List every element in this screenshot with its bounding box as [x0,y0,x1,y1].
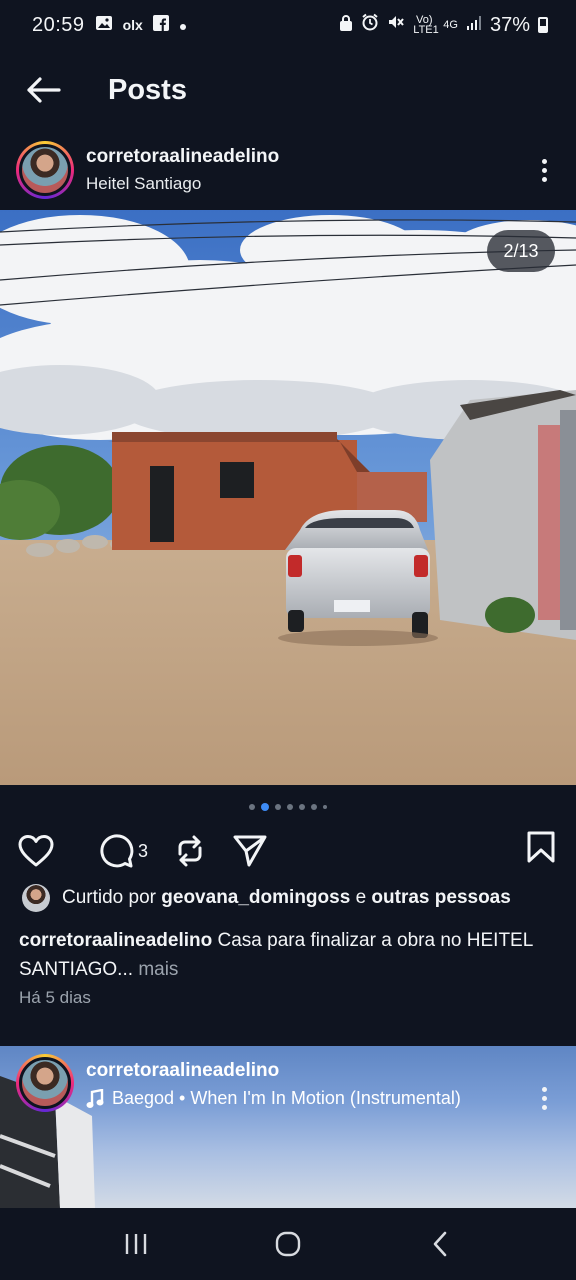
carousel-dot [311,804,317,810]
top-app-bar: Posts [0,62,576,118]
bookmark-icon [527,831,555,863]
share-button[interactable] [232,834,268,868]
more-vertical-icon [541,158,547,164]
next-post-music[interactable]: Baegod • When I'm In Motion (Instrumenta… [86,1088,461,1109]
avatar[interactable] [16,141,74,199]
post-caption: corretoraalineadelino Casa para finaliza… [19,926,559,984]
comment-button[interactable]: 3 [98,833,148,869]
recent-apps-button[interactable] [96,1214,176,1274]
volte-label: Vo) LTE1 [413,14,439,36]
next-post-options-button[interactable] [534,1078,554,1118]
post-action-bar: 3 [0,826,576,876]
heart-icon [18,835,54,867]
post-header: corretoraalineadelino Heitel Santiago [0,136,576,204]
comment-count: 3 [138,840,149,861]
likes-prefix: Curtido por [62,887,156,908]
carousel-dot-active [261,803,269,811]
lock-icon [339,14,353,37]
battery-icon [538,17,548,33]
more-vertical-icon [541,1086,547,1092]
network-type-label: 4G [443,19,458,31]
olx-icon: olx [122,17,143,33]
carousel-dot [249,804,255,810]
likes-joiner: e [355,887,367,908]
likes-user[interactable]: geovana_domingoss [161,887,350,909]
mute-icon [387,13,405,37]
carousel-dot [287,804,293,810]
home-button[interactable] [248,1214,328,1274]
recent-apps-icon [125,1234,147,1254]
caption-username[interactable]: corretoraalineadelino [19,930,212,951]
repost-icon [178,835,202,867]
caption-more-link[interactable]: mais [138,959,178,980]
music-title: Baegod • When I'm In Motion (Instrumenta… [112,1088,461,1108]
alarm-icon [361,13,379,37]
likes-summary[interactable]: Curtido por geovana_domingoss e outras p… [22,884,562,912]
next-post-preview[interactable]: corretoraalineadelino Baegod • When I'm … [0,1046,576,1208]
music-note-icon [86,1088,104,1108]
notification-dot-icon [179,14,187,37]
gallery-icon [95,14,113,37]
battery-percent: 37% [489,13,530,36]
post-options-button[interactable] [534,150,554,190]
carousel-dot [299,804,305,810]
carousel-dot [275,804,281,810]
repost-button[interactable] [174,834,206,868]
post-timestamp: Há 5 dias [19,988,91,1007]
image-counter: 2/13 [487,230,555,272]
back-button[interactable] [8,62,78,118]
next-post-username[interactable]: corretoraalineadelino [86,1060,461,1082]
next-post-avatar[interactable] [16,1054,74,1112]
carousel-indicator [0,803,576,811]
back-nav-button[interactable] [400,1214,480,1274]
post-image[interactable] [0,210,576,785]
save-button[interactable] [526,830,556,869]
signal-icon [466,14,482,37]
post-username[interactable]: corretoraalineadelino [86,146,279,168]
home-icon [275,1231,301,1257]
like-button[interactable] [18,834,54,868]
liker-avatar [22,884,50,912]
arrow-left-icon [27,77,61,103]
carousel-dot [323,805,327,809]
likes-others[interactable]: outras pessoas [371,887,510,909]
send-icon [233,835,267,867]
status-time: 20:59 [32,13,85,36]
page-title: Posts [108,73,187,106]
status-bar: 20:59 olx Vo) LTE1 4G 37% [0,0,576,50]
system-navigation-bar [0,1208,576,1280]
facebook-icon [152,14,169,37]
post-location[interactable]: Heitel Santiago [86,174,279,194]
chevron-left-icon [433,1231,447,1257]
comment-icon [100,834,134,868]
